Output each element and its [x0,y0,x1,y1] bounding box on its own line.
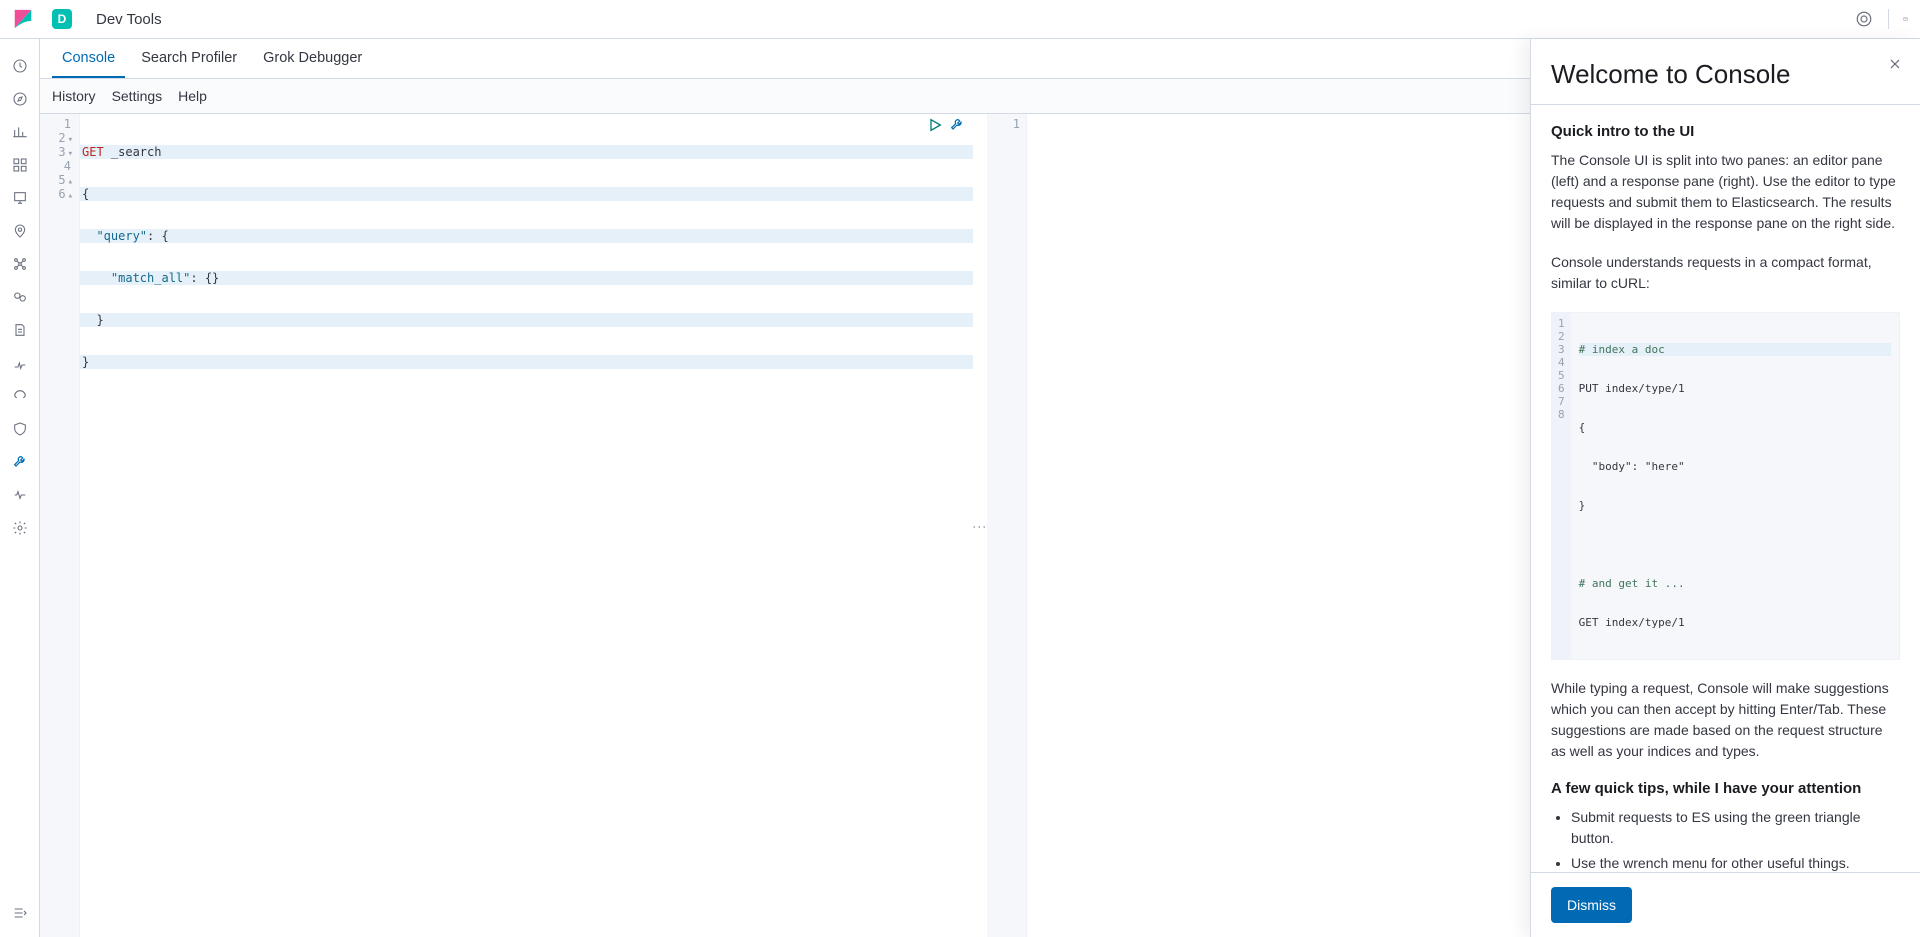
pane-splitter[interactable]: ⋮ [973,114,987,937]
nav-maps-icon[interactable] [0,214,40,247]
toolbar-settings[interactable]: Settings [112,88,163,104]
nav-monitoring-icon[interactable] [0,478,40,511]
flyout-title: Welcome to Console [1551,59,1900,90]
nav-devtools-icon[interactable] [0,445,40,478]
nav-ml-icon[interactable] [0,247,40,280]
nav-apm-icon[interactable] [0,346,40,379]
toolbar-help[interactable]: Help [178,88,207,104]
editor-pane[interactable]: 1 2▾ 3▾ 4 5▴ 6▴ GET _search { "query": {… [40,114,973,937]
editor-code[interactable]: GET _search { "query": { "match_all": {}… [80,114,973,937]
wrench-icon[interactable] [949,117,965,133]
flyout-paragraph: Console understands requests in a compac… [1551,252,1900,294]
flyout-paragraph: While typing a request, Console will mak… [1551,678,1900,762]
welcome-flyout: Welcome to Console Quick intro to the UI… [1530,39,1920,937]
tab-grok-debugger[interactable]: Grok Debugger [253,39,372,78]
play-icon[interactable] [927,117,943,133]
response-gutter: 1 [987,114,1027,937]
list-item: Use the wrench menu for other useful thi… [1571,853,1900,872]
mail-icon[interactable] [1888,9,1908,29]
flyout-footer: Dismiss [1531,872,1920,937]
tab-search-profiler[interactable]: Search Profiler [131,39,247,78]
nav-dashboard-icon[interactable] [0,148,40,181]
flyout-body: Quick intro to the UI The Console UI is … [1531,105,1920,872]
close-icon[interactable] [1886,55,1904,73]
flyout-tips-list: Submit requests to ES using the green tr… [1551,807,1900,872]
newsfeed-icon[interactable] [1854,9,1874,29]
tab-console[interactable]: Console [52,39,125,78]
nav-metrics-icon[interactable] [0,280,40,313]
nav-discover-icon[interactable] [0,82,40,115]
flyout-code-block: 1 2 3 4 5 6 7 8 # index a doc PUT index/… [1551,312,1900,660]
dismiss-button[interactable]: Dismiss [1551,887,1632,923]
flyout-paragraph: The Console UI is split into two panes: … [1551,150,1900,234]
nav-logs-icon[interactable] [0,313,40,346]
left-nav [0,39,40,937]
editor-gutter: 1 2▾ 3▾ 4 5▴ 6▴ [40,114,80,937]
editor-actions [927,117,965,133]
space-badge[interactable]: D [52,9,72,29]
top-header: D Dev Tools [0,0,1920,39]
nav-canvas-icon[interactable] [0,181,40,214]
flyout-section-heading: A few quick tips, while I have your atte… [1551,780,1900,797]
app-title: Dev Tools [96,11,162,28]
nav-management-icon[interactable] [0,511,40,544]
nav-recent-icon[interactable] [0,49,40,82]
nav-collapse-icon[interactable] [0,896,40,929]
toolbar-history[interactable]: History [52,88,96,104]
flyout-section-heading: Quick intro to the UI [1551,123,1900,140]
nav-siem-icon[interactable] [0,412,40,445]
nav-uptime-icon[interactable] [0,379,40,412]
kibana-logo[interactable] [12,8,34,30]
list-item: Submit requests to ES using the green tr… [1571,807,1900,849]
nav-visualize-icon[interactable] [0,115,40,148]
flyout-header: Welcome to Console [1531,39,1920,105]
